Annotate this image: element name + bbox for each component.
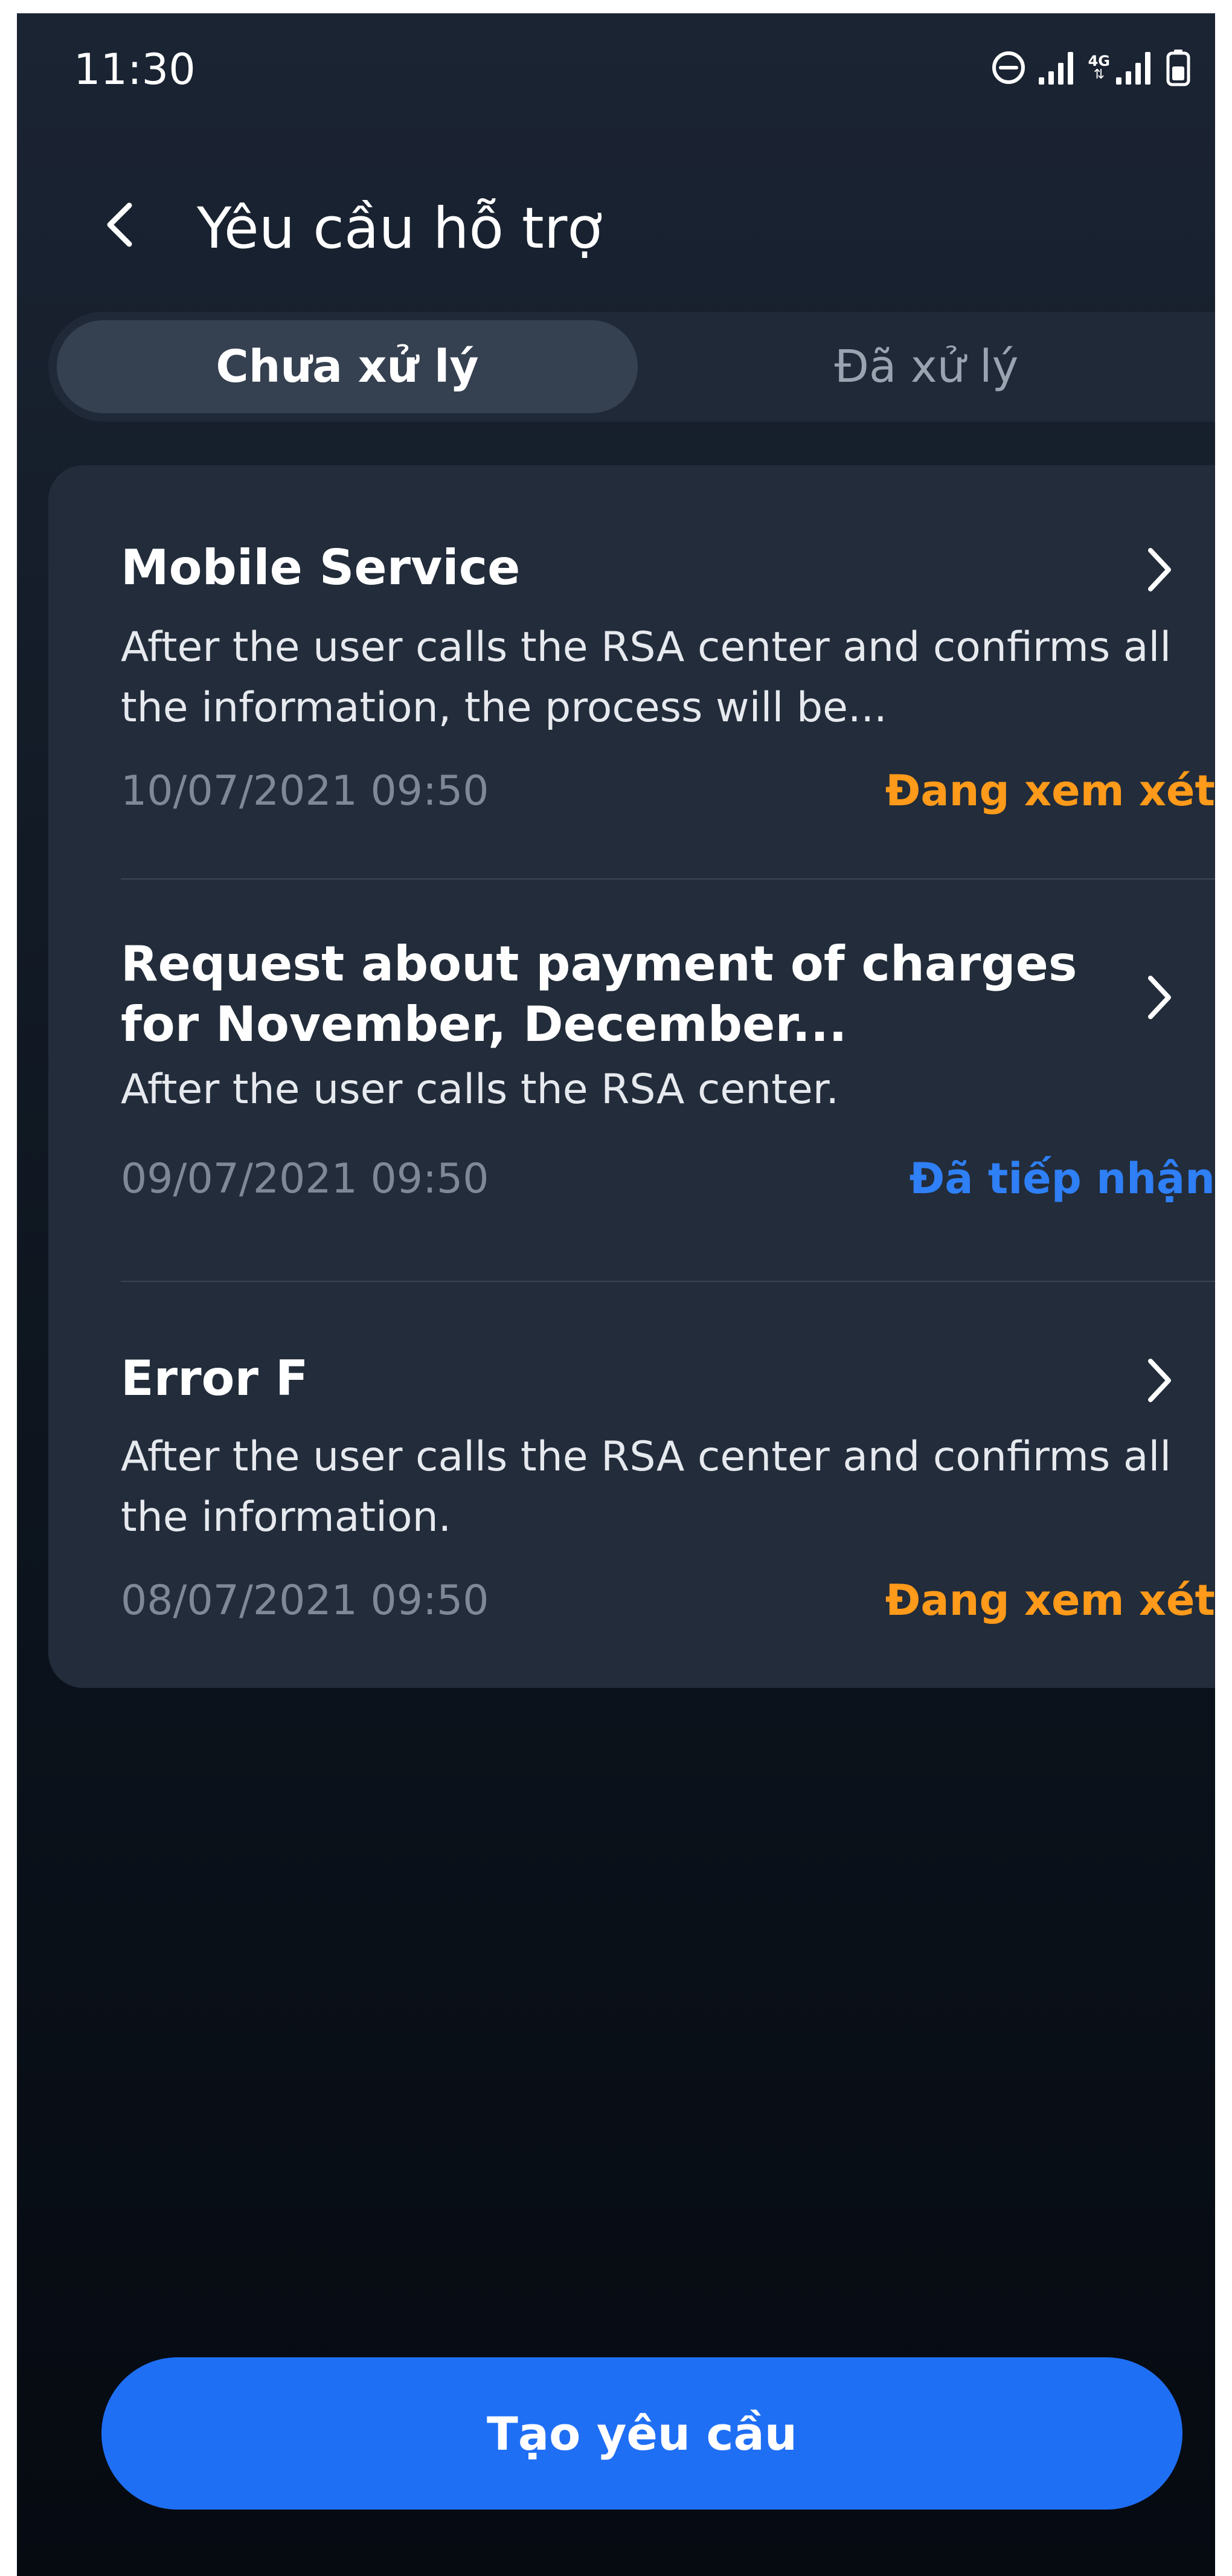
- signal-icon: [1036, 50, 1079, 86]
- request-list-card: Mobile Service After the user calls the …: [48, 465, 1215, 1688]
- header: Yêu cầu hỗ trợ: [17, 164, 1215, 285]
- request-title-line-1: Request about payment of charges: [121, 936, 1077, 992]
- status-badge: Đang xem xét: [885, 766, 1215, 816]
- chevron-right-icon: [1135, 1347, 1184, 1414]
- app-screen: 11:30 4G ⇅ Yêu cầu hỗ trợ Chưa xử lý Đã …: [17, 13, 1215, 2576]
- request-title-line-2: for November, December...: [121, 996, 847, 1052]
- chevron-right-icon: [1135, 964, 1184, 1031]
- status-icons: 4G ⇅: [990, 42, 1191, 93]
- do-not-disturb-icon: [990, 50, 1027, 86]
- request-item[interactable]: Request about payment of charges for Nov…: [48, 880, 1215, 1281]
- tab-processed[interactable]: Đã xử lý: [638, 320, 1215, 413]
- request-description: After the user calls the RSA center and …: [121, 623, 1172, 732]
- status-badge: Đã tiếp nhận: [909, 1154, 1215, 1203]
- tab-pending[interactable]: Chưa xử lý: [57, 320, 638, 413]
- 4g-signal-icon: 4G ⇅: [1088, 50, 1156, 86]
- request-item[interactable]: Mobile Service After the user calls the …: [48, 465, 1215, 878]
- battery-icon: [1166, 48, 1191, 87]
- back-button[interactable]: [89, 195, 150, 255]
- request-title: Mobile Service: [121, 539, 521, 596]
- request-date: 09/07/2021 09:50: [121, 1155, 489, 1203]
- page-title: Yêu cầu hỗ trợ: [197, 196, 602, 262]
- status-badge: Đang xem xét: [885, 1576, 1215, 1625]
- request-item[interactable]: Error F After the user calls the RSA cen…: [48, 1282, 1215, 1688]
- request-date: 10/07/2021 09:50: [121, 767, 489, 815]
- chevron-left-icon: [107, 202, 132, 247]
- request-date: 08/07/2021 09:50: [121, 1577, 489, 1624]
- request-description: After the user calls the RSA center.: [121, 1066, 839, 1113]
- request-description: After the user calls the RSA center and …: [121, 1433, 1172, 1541]
- status-tabs: Chưa xử lý Đã xử lý: [48, 312, 1215, 422]
- network-type-label: 4G: [1088, 53, 1110, 69]
- data-arrows-icon: ⇅: [1093, 67, 1105, 82]
- status-bar: 11:30 4G ⇅: [17, 13, 1215, 122]
- chevron-right-icon: [1135, 536, 1184, 603]
- request-title: Error F: [121, 1350, 309, 1406]
- create-request-button[interactable]: Tạo yêu cầu: [101, 2357, 1182, 2510]
- status-time: 11:30: [74, 45, 196, 94]
